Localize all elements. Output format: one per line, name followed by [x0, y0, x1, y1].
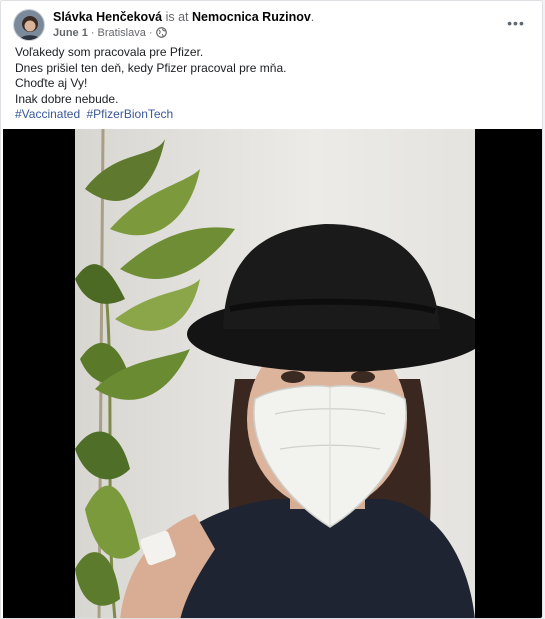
post-date-link[interactable]: June 1	[53, 27, 88, 39]
selfie-photo-image	[75, 129, 475, 618]
hashtag-pfizerbiontech[interactable]: #PfizerBionTech	[87, 107, 174, 121]
hashtag-row: #Vaccinated #PfizerBionTech	[15, 107, 528, 123]
post-text-line-2: Dnes prišiel ten deň, kedy Pfizer pracov…	[15, 60, 287, 75]
post-subtitle-line: June 1 · Bratislava ·	[53, 26, 490, 43]
separator-dot-2: ·	[148, 27, 153, 39]
more-options-icon[interactable]: •••	[504, 13, 528, 33]
place-link[interactable]: Nemocnica Ruzinov	[192, 10, 311, 24]
title-period: .	[310, 10, 315, 24]
post-title-line: Slávka Henčeková is at Nemocnica Ruzinov…	[53, 9, 490, 25]
separator-dot: ·	[90, 27, 95, 39]
post-text-line-4: Inak dobre nebude.	[15, 91, 119, 106]
avatar-image	[14, 10, 44, 40]
post-text-line-1: Voľakedy som pracovala pre Pfizer.	[15, 45, 204, 59]
hashtag-vaccinated[interactable]: #Vaccinated	[15, 107, 80, 121]
is-at-text: is at	[165, 10, 189, 24]
location-link[interactable]: Bratislava	[98, 27, 146, 39]
post-meta: Slávka Henčeková is at Nemocnica Ruzinov…	[53, 9, 490, 43]
post-text-line-3: Choďte aj Vy!	[15, 76, 88, 90]
post-text: Voľakedy som pracovala pre Pfizer. Dnes …	[15, 45, 528, 123]
author-name-link[interactable]: Slávka Henčeková	[53, 10, 162, 24]
facebook-post: Slávka Henčeková is at Nemocnica Ruzinov…	[0, 0, 543, 619]
globe-icon[interactable]	[155, 27, 167, 43]
post-header: Slávka Henčeková is at Nemocnica Ruzinov…	[13, 9, 530, 41]
author-avatar[interactable]	[13, 9, 45, 41]
post-photo[interactable]	[3, 129, 542, 618]
